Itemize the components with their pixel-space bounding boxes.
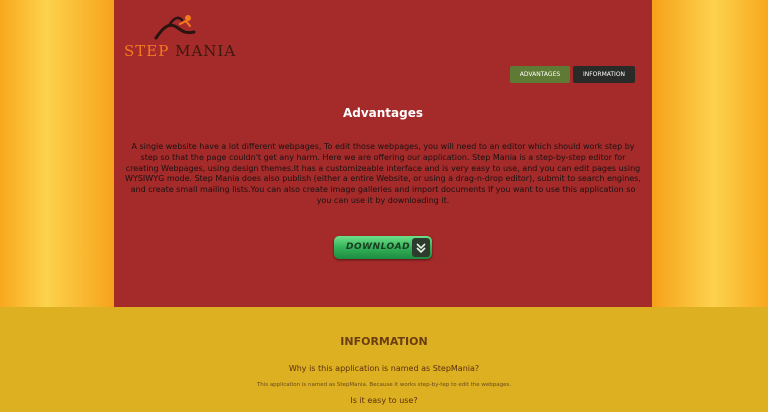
double-chevron-down-icon [412,238,430,257]
logo-word-step: Step [124,42,170,60]
logo[interactable]: Step Mania [124,12,244,64]
logo-text: Step Mania [124,42,236,60]
advantages-title: Advantages [342,106,424,120]
nav-advantages-button[interactable]: ADVANTAGES [510,66,570,83]
logo-word-mania: Mania [175,42,237,60]
download-button[interactable]: DOWNLOAD [334,236,432,259]
download-label: DOWNLOAD [346,242,411,252]
nav-information-button[interactable]: INFORMATION [573,66,635,83]
information-section: INFORMATION Why is this application is n… [0,307,768,412]
faq-question: Is it easy to use? [350,396,418,405]
advantages-text: A single website have a lot different we… [125,142,641,205]
faq-question: Why is this application is named as Step… [288,364,480,373]
main-panel: Step Mania ADVANTAGES INFORMATION Advant… [114,0,652,307]
faq-answer: This application is named as StepMania. … [256,382,512,388]
information-title: INFORMATION [340,335,428,348]
running-figure-icon [154,15,196,40]
